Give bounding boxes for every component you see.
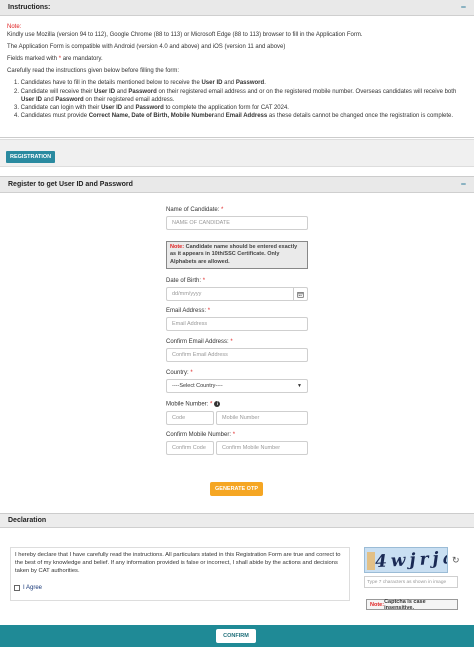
registration-button[interactable]: REGISTRATION — [6, 151, 56, 163]
instruction-item: 2. Candidate will receive their User ID … — [14, 88, 457, 95]
mobile-number-input[interactable]: Mobile Number — [216, 410, 308, 425]
required-star: * — [230, 339, 233, 345]
confirm-mobile-input[interactable]: Confirm Mobile Number — [216, 441, 308, 455]
fields-mandatory-line: Fields marked with * are mandatory. — [7, 55, 467, 63]
refresh-icon[interactable]: ↻ — [452, 555, 460, 566]
confirm-email-input[interactable]: Confirm Email Address — [166, 348, 308, 362]
required-star: * — [210, 401, 213, 408]
instruction-item: 3. Candidate can login with their User I… — [14, 104, 289, 111]
carefully-line: Carefully read the instructions given be… — [7, 68, 180, 75]
captcha-note: Note: Captcha is case insensitive. — [366, 598, 458, 611]
country-group: Country: * ----Select Country---- ▼ — [166, 370, 308, 393]
instructions-panel: Instructions: − Note: Kindly use Mozilla… — [0, 0, 474, 138]
footer-bar: CONFIRM — [0, 625, 474, 647]
captcha-area: 4wjrja ↻ Type 7 characters as shown in i… — [364, 547, 462, 611]
agree-checkbox-group[interactable]: I Agree — [14, 585, 42, 591]
fields-rest-text: are mandatory. — [62, 56, 103, 63]
email-label: Email Address: — [166, 308, 207, 314]
captcha-image: 4wjrja — [364, 547, 448, 573]
fields-marked-text: Fields marked with — [7, 56, 58, 63]
required-star: * — [190, 370, 193, 376]
mobile-code-input[interactable]: Code — [166, 410, 214, 425]
required-star: * — [202, 278, 206, 284]
declaration-title: Declaration — [8, 517, 47, 524]
dob-placeholder: dd/mm/yyyy — [172, 291, 202, 297]
required-star: * — [232, 432, 236, 438]
name-group: Name of Candidate: * NAME OF CANDIDATE — [166, 207, 308, 230]
instruction-item: 4. Candidates must provide Correct Name,… — [14, 112, 454, 119]
dob-group: Date of Birth: * dd/mm/yyyy — [166, 278, 308, 301]
confirm-mobile-label: Confirm Mobile Number: — [166, 432, 232, 438]
declaration-header: Declaration — [0, 514, 474, 528]
calendar-icon[interactable] — [293, 288, 307, 300]
captcha-input[interactable]: Type 7 characters as shown in image — [364, 576, 458, 588]
captcha-text: 4wjrja — [374, 547, 448, 573]
register-title: Register to get User ID and Password — [8, 181, 133, 188]
warning-text: Candidate name should be entered exactly… — [170, 244, 298, 265]
note-label: Note: — [7, 24, 22, 30]
required-star: * — [207, 308, 211, 314]
mobile-label: Mobile Number: — [166, 401, 209, 408]
instructions-header[interactable]: Instructions: − — [0, 0, 474, 16]
captcha-note-text: Captcha is case insensitive. — [384, 598, 426, 611]
confirm-code-input[interactable]: Confirm Code — [166, 441, 214, 455]
browser-line: Kindly use Mozilla (version 94 to 112), … — [7, 32, 363, 39]
name-input[interactable]: NAME OF CANDIDATE — [166, 216, 308, 230]
required-star: * — [221, 207, 224, 213]
register-header[interactable]: Register to get User ID and Password − — [0, 177, 474, 193]
warning-note-label: Note: — [170, 244, 185, 250]
dropdown-caret-icon: ▼ — [297, 383, 302, 389]
mobile-group: Mobile Number: * i Code Mobile Number — [166, 401, 308, 425]
email-group: Email Address: * Email Address — [166, 308, 308, 331]
instruction-item: 1. Candidates have to fill in the detail… — [14, 80, 266, 87]
register-panel: Register to get User ID and Password − N… — [0, 176, 474, 506]
email-input[interactable]: Email Address — [166, 317, 308, 331]
compat-line: The Application Form is compatible with … — [7, 44, 286, 51]
captcha-note-label: Note: — [370, 601, 385, 608]
confirm-button[interactable]: CONFIRM — [216, 629, 256, 643]
agree-label[interactable]: I Agree — [23, 585, 42, 591]
collapse-icon[interactable]: − — [461, 180, 466, 189]
instructions-title: Instructions: — [8, 4, 51, 11]
required-star: * — [58, 56, 62, 63]
declaration-text: I hereby declare that I have carefully r… — [10, 547, 350, 601]
instruction-item: User ID and Password on their registered… — [21, 96, 175, 103]
agree-checkbox[interactable] — [14, 585, 20, 591]
dob-input[interactable]: dd/mm/yyyy — [166, 287, 308, 301]
confirm-email-group: Confirm Email Address: * Confirm Email A… — [166, 339, 308, 362]
country-select[interactable]: ----Select Country---- ▼ — [166, 379, 308, 393]
instructions-body: Note: Kindly use Mozilla (version 94 to … — [0, 16, 474, 120]
instruction-list: 1. Candidates have to fill in the detail… — [14, 79, 467, 119]
collapse-icon[interactable]: − — [461, 3, 466, 12]
generate-otp-button[interactable]: GENERATE OTP — [210, 482, 263, 496]
dob-label: Date of Birth: — [166, 278, 202, 284]
name-label: Name of Candidate: — [166, 207, 220, 213]
info-icon[interactable]: i — [214, 401, 221, 407]
confirm-mobile-group: Confirm Mobile Number: * Confirm Code Co… — [166, 432, 308, 455]
name-warning: Note: Candidate name should be entered e… — [166, 241, 308, 270]
confirm-email-label: Confirm Email Address: — [166, 339, 229, 345]
country-label: Country: — [166, 370, 189, 376]
country-value: ----Select Country---- — [172, 383, 223, 389]
registration-bar: REGISTRATION — [0, 139, 474, 167]
